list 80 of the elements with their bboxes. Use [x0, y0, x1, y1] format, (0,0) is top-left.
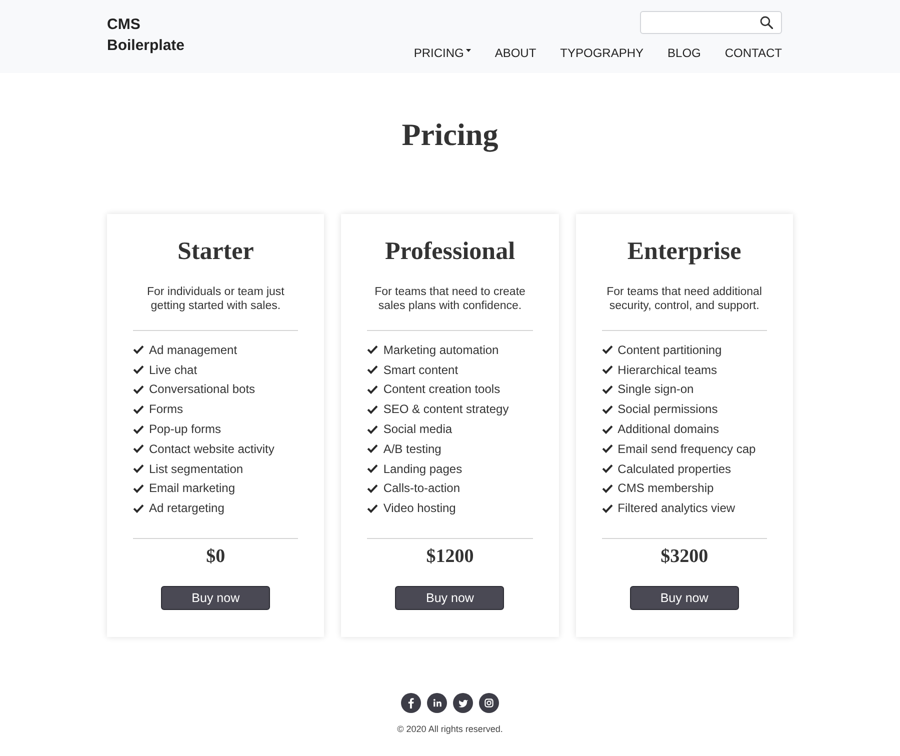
plan-description: For teams that need to create sales plans with confidence.	[374, 286, 526, 313]
check-icon	[367, 365, 378, 374]
feature-text: Calls-to-action	[383, 481, 460, 496]
check-icon	[602, 424, 613, 434]
feature-text: Additional domains	[618, 422, 720, 436]
nav-link[interactable]: CONTACT	[724, 46, 782, 60]
feature-text: List segmentation	[149, 462, 244, 476]
linkedin-icon[interactable]	[427, 693, 447, 714]
feature-text: Hierarchical teams	[618, 362, 718, 377]
check-icon	[133, 484, 144, 493]
feature-text: Live chat	[149, 362, 198, 377]
feature-text: Smart content	[383, 362, 458, 377]
feature-text: A/B testing	[383, 442, 442, 456]
nav-link[interactable]: TYPOGRAPHY	[560, 46, 644, 60]
check-icon	[367, 384, 378, 394]
instagram-icon[interactable]	[479, 693, 499, 714]
plan-name: Starter	[176, 237, 255, 267]
feature-text: Video hosting	[383, 501, 456, 516]
feature-text: Calculated properties	[618, 462, 732, 476]
check-icon	[133, 384, 144, 394]
feature-text: Content creation tools	[383, 382, 500, 396]
check-icon	[133, 345, 144, 354]
buy-button[interactable]: Buy now	[395, 586, 504, 610]
check-icon	[133, 444, 144, 454]
feature-text: Social permissions	[618, 402, 718, 416]
search-icon[interactable]	[760, 16, 773, 29]
check-icon	[133, 404, 144, 414]
plan-name: Professional	[384, 237, 516, 267]
check-icon	[367, 424, 378, 434]
feature-text: Single sign-on	[618, 382, 694, 396]
feature-text: CMS membership	[618, 481, 714, 496]
check-icon	[602, 345, 613, 354]
feature-text: Pop-up forms	[149, 422, 222, 436]
plan-price: $1200	[426, 547, 474, 568]
feature-text: SEO & content strategy	[383, 402, 509, 416]
feature-text: Forms	[149, 402, 183, 416]
feature-text: Content partitioning	[618, 342, 722, 357]
check-icon	[367, 464, 378, 474]
check-icon	[367, 404, 378, 414]
check-icon	[367, 504, 378, 513]
feature-text: Email marketing	[149, 481, 236, 496]
feature-text: Email send frequency cap	[618, 442, 756, 456]
check-icon	[133, 424, 144, 434]
copyright-text: © 2020 All rights reserved.	[397, 723, 503, 736]
feature-text: Marketing automation	[383, 342, 499, 357]
feature-text: Contact website activity	[149, 442, 274, 456]
feature-text: Conversational bots	[149, 382, 256, 396]
check-icon	[367, 484, 378, 493]
check-icon	[602, 444, 613, 454]
nav-link[interactable]: PRICING	[414, 46, 471, 60]
feature-text: Landing pages	[383, 462, 462, 476]
plan-description: For individuals or team just getting started with sales.	[146, 286, 286, 313]
check-icon	[367, 345, 378, 354]
nav-link[interactable]: BLOG	[668, 46, 701, 60]
feature-text: Filtered analytics view	[618, 501, 736, 516]
search-field[interactable]	[640, 11, 782, 34]
check-icon	[602, 464, 613, 474]
check-icon	[367, 444, 378, 454]
check-icon	[602, 484, 613, 493]
check-icon	[133, 464, 144, 474]
twitter-icon[interactable]	[453, 693, 473, 714]
plan-price: $3200	[660, 547, 708, 568]
site-logo[interactable]: CMS Boilerplate	[107, 14, 197, 60]
check-icon	[602, 504, 613, 513]
plan-price: $0	[206, 547, 226, 568]
page-title: Pricing	[402, 117, 498, 153]
feature-text: Ad retargeting	[149, 501, 224, 516]
buy-button[interactable]: Buy now	[161, 586, 270, 610]
plan-description: For teams that need additional security, control, and support.	[606, 286, 763, 313]
plan-name: Enterprise	[626, 237, 742, 267]
check-icon	[133, 504, 144, 513]
facebook-icon[interactable]	[401, 693, 421, 714]
check-icon	[602, 365, 613, 374]
buy-button[interactable]: Buy now	[630, 586, 739, 610]
nav-link[interactable]: ABOUT	[494, 46, 536, 60]
check-icon	[133, 365, 144, 374]
check-icon	[602, 404, 613, 414]
check-icon	[602, 384, 613, 394]
feature-text: Ad management	[149, 342, 238, 357]
feature-text: Social media	[383, 422, 452, 436]
